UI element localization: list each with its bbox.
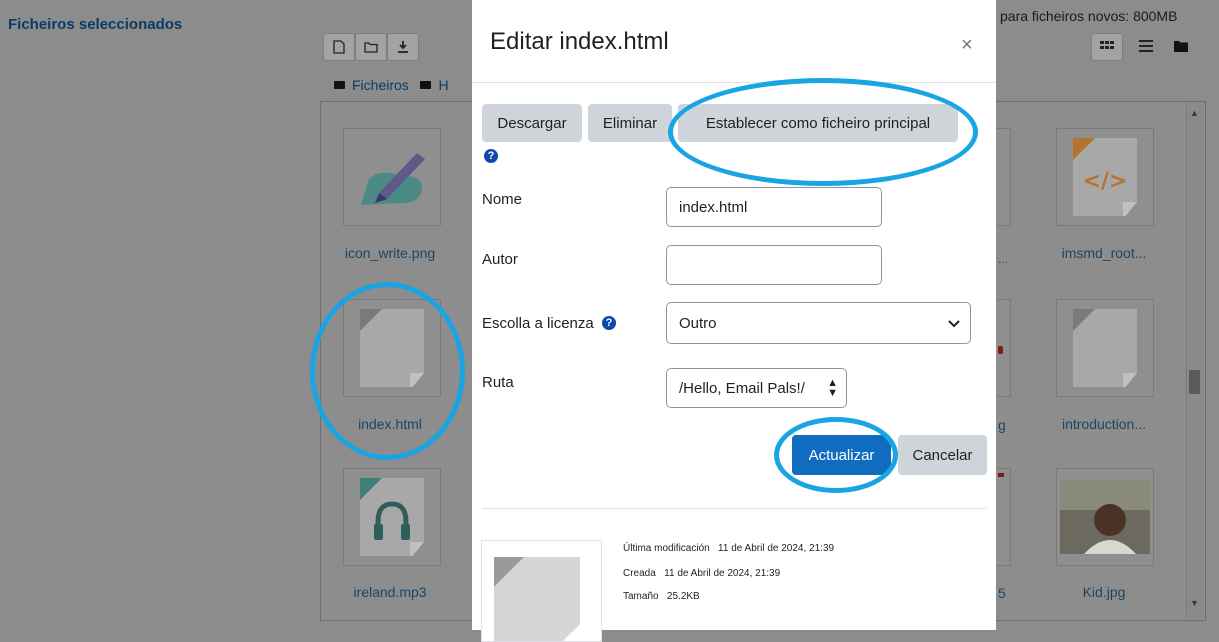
delete-button[interactable]: Eliminar	[588, 104, 672, 142]
new-file-button[interactable]	[323, 33, 355, 61]
created-label: Creada	[623, 568, 656, 579]
hand-writing-icon	[361, 153, 425, 205]
selected-files-label: Ficheiros seleccionados	[8, 16, 183, 33]
path-select[interactable]: /Hello, Email Pals!/ ▲ ▼	[666, 368, 847, 408]
file-thumbnail-partial[interactable]	[996, 128, 1011, 226]
created-info: Creada 11 de Abril de 2024, 21:39	[623, 568, 780, 579]
size-label: Tamaño	[623, 591, 659, 602]
close-icon[interactable]: ×	[961, 34, 973, 57]
highlight-ring-set-main	[668, 78, 978, 186]
file-thumbnail[interactable]: </>	[1056, 128, 1154, 226]
license-select[interactable]: Outro	[666, 302, 971, 344]
modified-value: 11 de Abril de 2024, 21:39	[718, 543, 835, 554]
file-name-partial: 5	[998, 585, 1006, 601]
path-label: Ruta	[482, 374, 514, 391]
view-list-button[interactable]	[1131, 33, 1161, 59]
document-icon	[1073, 309, 1137, 387]
modified-label: Última modificación	[623, 543, 710, 554]
sort-arrows-icon: ▲ ▼	[827, 377, 838, 399]
file-thumbnail-partial[interactable]	[996, 299, 1011, 397]
help-icon[interactable]: ?	[484, 149, 498, 163]
audio-file-icon	[360, 478, 424, 556]
author-input[interactable]	[666, 245, 882, 285]
file-name[interactable]: icon_write.png	[320, 245, 460, 261]
view-icons-button[interactable]	[1091, 33, 1123, 61]
author-label: Autor	[482, 251, 518, 268]
new-folder-button[interactable]	[355, 33, 387, 61]
highlight-ring-update	[774, 417, 898, 493]
name-label: Nome	[482, 191, 523, 208]
file-name-partial: ...	[998, 252, 1009, 266]
file-thumbnail[interactable]	[343, 128, 441, 226]
license-help-icon[interactable]: ?	[602, 316, 616, 330]
highlight-ring-index-file	[310, 282, 465, 460]
created-value: 11 de Abril de 2024, 21:39	[664, 568, 781, 579]
folder-outline-icon	[364, 42, 378, 53]
modified-info: Última modificación 11 de Abril de 2024,…	[623, 543, 834, 554]
file-thumbnail[interactable]	[1056, 468, 1154, 566]
file-name[interactable]: ireland.mp3	[320, 584, 460, 600]
quota-text: para ficheiros novos: 800MB	[1000, 8, 1178, 24]
download-button[interactable]: Descargar	[482, 104, 582, 142]
code-brackets-icon: </>	[1083, 169, 1128, 194]
license-select-value: Outro	[679, 314, 717, 332]
breadcrumb: Ficheiros H	[334, 77, 449, 93]
scroll-down-arrow-icon[interactable]: ▼	[1190, 598, 1199, 608]
view-tree-button[interactable]	[1166, 33, 1196, 59]
file-thumbnail[interactable]	[1056, 299, 1154, 397]
size-value: 25.2KB	[666, 591, 700, 602]
file-thumbnail[interactable]	[343, 468, 441, 566]
license-label: Escolla a licenza	[482, 315, 594, 332]
file-name[interactable]: imsmd_root...	[1034, 245, 1174, 261]
cancel-button[interactable]: Cancelar	[898, 435, 987, 475]
path-select-value: /Hello, Email Pals!/	[679, 379, 805, 397]
chevron-down-icon	[948, 320, 960, 328]
dialog-header-divider	[472, 82, 996, 83]
file-name[interactable]: Kid.jpg	[1034, 584, 1174, 600]
file-name-partial: g	[998, 417, 1006, 433]
name-input[interactable]: index.html	[666, 187, 882, 227]
file-thumbnail-partial[interactable]	[996, 468, 1011, 566]
breadcrumb-root[interactable]: Ficheiros	[352, 77, 409, 93]
grid-icon	[1100, 41, 1114, 49]
file-preview	[481, 540, 602, 642]
file-name[interactable]: introduction...	[1034, 416, 1174, 432]
svg-text:</>: </>	[1083, 169, 1128, 194]
folder-icon	[334, 81, 345, 89]
folder-icon	[1174, 41, 1188, 52]
folder-icon	[420, 81, 432, 89]
scroll-up-arrow-icon[interactable]: ▲	[1190, 108, 1199, 118]
size-info: Tamaño 25.2KB	[623, 591, 700, 602]
file-area-scrollbar[interactable]	[1186, 102, 1204, 618]
headphones-icon	[374, 501, 410, 540]
scrollbar-thumb[interactable]	[1189, 370, 1200, 394]
document-icon	[494, 557, 580, 641]
code-file-icon: </>	[1073, 138, 1137, 216]
download-icon	[398, 41, 408, 53]
file-icon	[333, 40, 345, 54]
photo-thumbnail-icon	[1060, 480, 1150, 554]
dialog-title: Editar index.html	[490, 28, 669, 55]
dialog-footer-divider	[482, 508, 987, 509]
breadcrumb-current[interactable]: H	[438, 77, 448, 93]
list-icon	[1139, 40, 1153, 52]
download-all-button[interactable]	[387, 33, 419, 61]
